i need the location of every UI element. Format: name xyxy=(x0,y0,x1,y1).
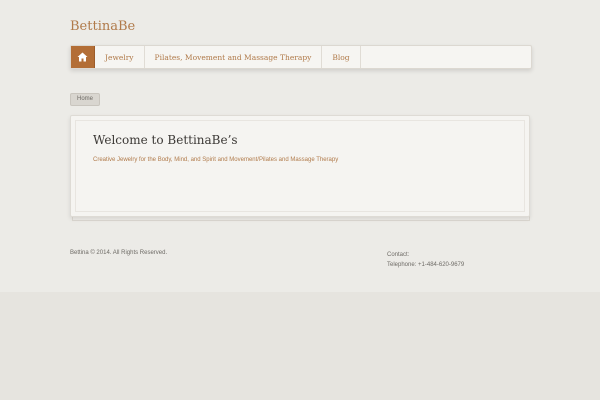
nav-item-blog[interactable]: Blog xyxy=(322,46,361,68)
footer-contact-label: Contact: xyxy=(387,252,410,258)
footer-contact: Contact: Telephone: +1-484-620-9679 xyxy=(387,250,464,270)
footer-copyright: Bettina © 2014. All Rights Reserved. xyxy=(70,250,168,256)
main-navigation: Jewelry Pilates, Movement and Massage Th… xyxy=(70,45,532,69)
welcome-panel: Welcome to BettinaBe’s Creative Jewelry … xyxy=(70,115,530,217)
breadcrumb-home[interactable]: Home xyxy=(70,93,101,106)
nav-item-pilates-movement-massage[interactable]: Pilates, Movement and Massage Therapy xyxy=(145,46,323,68)
welcome-subtitle: Creative Jewelry for the Body, Mind, and… xyxy=(93,157,339,163)
footer-telephone: Telephone: +1-484-620-9679 xyxy=(387,262,465,268)
nav-home-button[interactable] xyxy=(71,46,95,68)
welcome-title: Welcome to BettinaBe’s xyxy=(93,133,238,147)
nav-item-jewelry[interactable]: Jewelry xyxy=(95,46,145,68)
page-background-bottom xyxy=(0,292,600,400)
site-title[interactable]: BettinaBe xyxy=(70,19,135,34)
home-icon xyxy=(77,52,88,62)
